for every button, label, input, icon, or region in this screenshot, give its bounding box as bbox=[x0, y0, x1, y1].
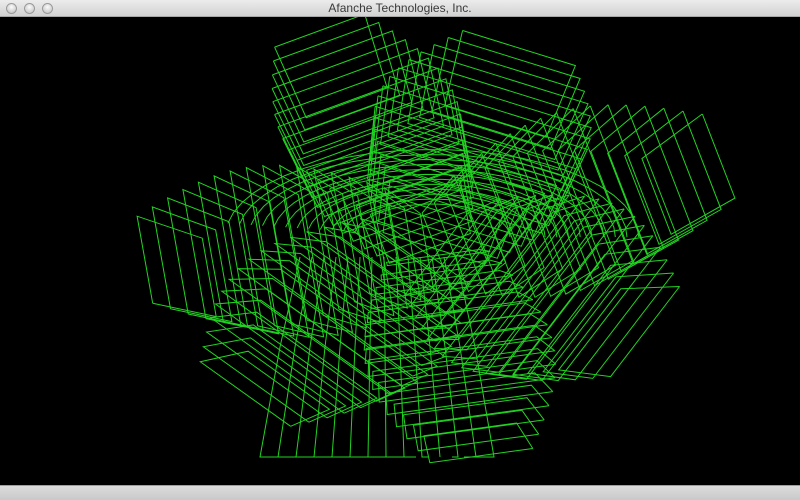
wireframe-quad bbox=[484, 224, 645, 380]
wireframe-quad bbox=[229, 170, 310, 338]
wireframe-quad bbox=[271, 30, 413, 143]
wireframe-quad bbox=[557, 286, 680, 378]
wireframe-quad bbox=[412, 409, 540, 452]
window-bottom-bar bbox=[0, 485, 800, 500]
visualization-canvas[interactable] bbox=[0, 17, 800, 485]
title-bar[interactable]: Afanche Technologies, Inc. bbox=[0, 0, 800, 17]
wireframe-drawing bbox=[136, 17, 736, 464]
window-title: Afanche Technologies, Inc. bbox=[328, 1, 472, 15]
app-window: Afanche Technologies, Inc. bbox=[0, 0, 800, 500]
wireframe-quad bbox=[431, 37, 581, 150]
wireframe-sheet bbox=[349, 256, 380, 458]
wireframe-quad bbox=[136, 215, 217, 318]
